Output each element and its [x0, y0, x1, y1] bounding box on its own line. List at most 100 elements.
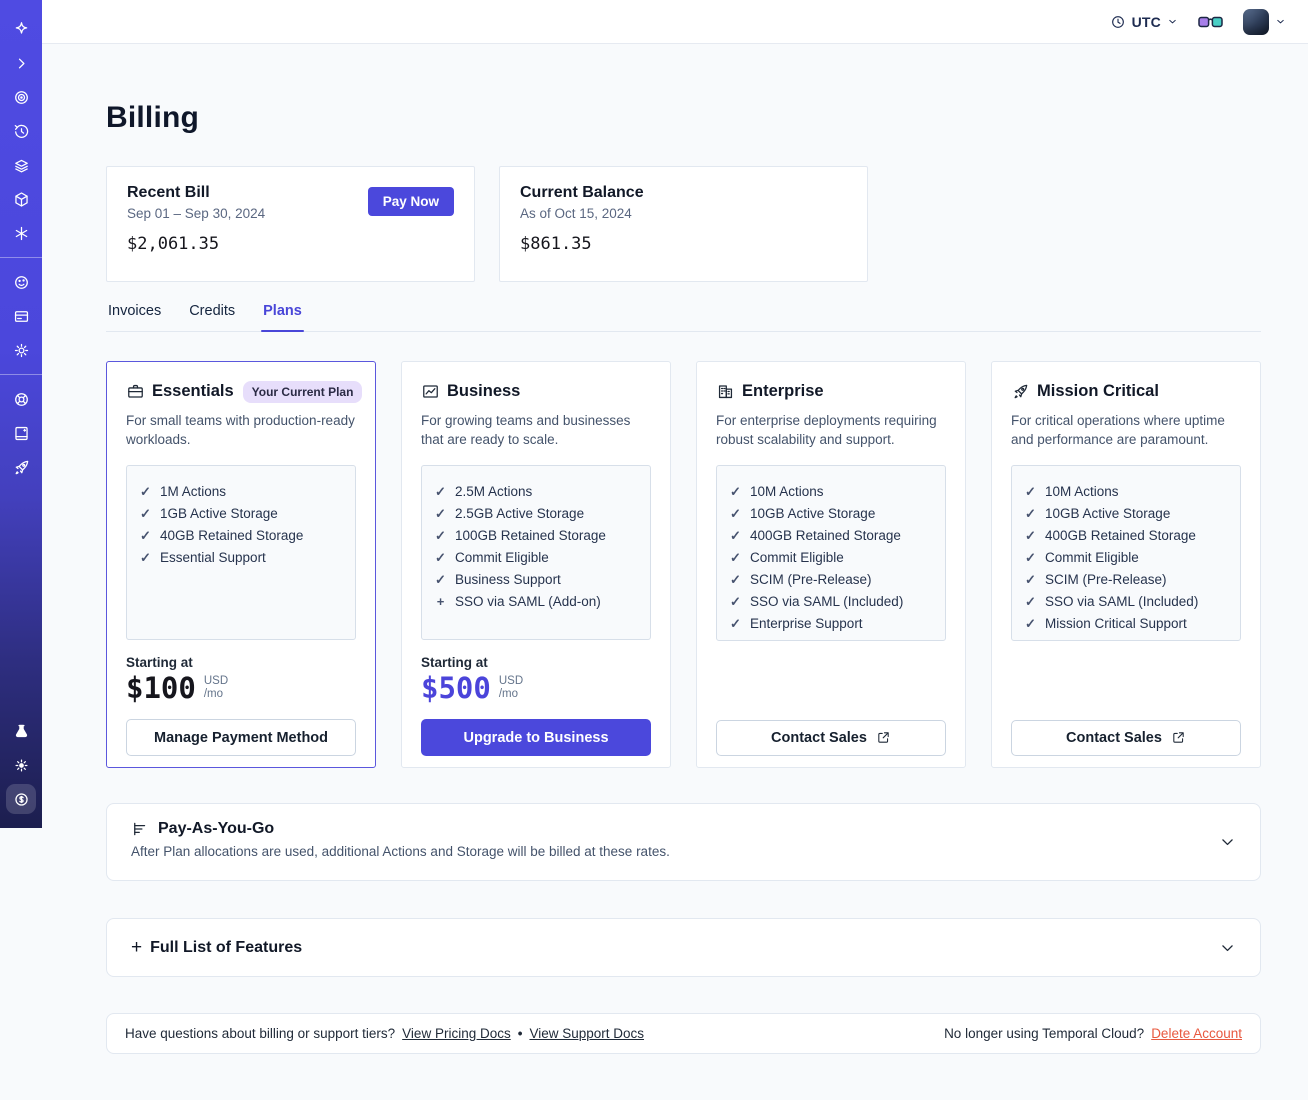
tab-plans[interactable]: Plans: [261, 303, 304, 332]
delete-account-link[interactable]: Delete Account: [1151, 1026, 1242, 1041]
paygo-accordion[interactable]: Pay-As-You-Go After Plan allocations are…: [106, 803, 1261, 881]
feature-label: Commit Eligible: [1045, 549, 1139, 565]
upgrade-business-button[interactable]: Upgrade to Business: [421, 719, 651, 756]
feature-label: Essential Support: [160, 550, 266, 566]
feature-label: 10M Actions: [1045, 483, 1119, 499]
feature-row: ✓ Mission Critical Support: [1024, 613, 1228, 635]
plus-icon: +: [436, 594, 445, 610]
feature-label: SCIM (Pre-Release): [750, 571, 872, 587]
price-block-empty: [716, 641, 946, 720]
layers-icon[interactable]: [0, 148, 42, 182]
user-menu[interactable]: [1243, 8, 1286, 35]
flask-icon[interactable]: [0, 714, 42, 748]
recent-bill-amount: $2,061.35: [127, 234, 220, 254]
gear-icon[interactable]: [0, 333, 42, 367]
external-link-icon: [878, 732, 889, 744]
plan-description: For enterprise deployments requiring rob…: [716, 412, 937, 447]
chevron-down-icon: [1169, 19, 1176, 24]
check-icon: ✓: [730, 505, 741, 521]
check-icon: ✓: [435, 506, 446, 522]
price-label: Starting at: [421, 654, 488, 670]
paygo-subtitle: After Plan allocations are used, additio…: [131, 844, 670, 859]
check-icon: ✓: [140, 506, 151, 522]
feature-row: ✓ Essential Support: [139, 547, 343, 569]
feature-row: ✓ Enterprise Support: [729, 613, 933, 635]
feature-label: 400GB Retained Storage: [750, 527, 901, 543]
chevron-down-icon[interactable]: [1219, 939, 1236, 956]
rocket-icon: [1014, 384, 1028, 399]
plus-icon: +: [131, 936, 143, 958]
plan-card-business: Business For growing teams and businesse…: [401, 361, 671, 768]
clock-icon: [1111, 15, 1124, 28]
smiley-icon[interactable]: [0, 265, 42, 299]
lifebuoy-icon[interactable]: [0, 382, 42, 416]
check-icon: ✓: [140, 550, 151, 566]
timezone-selector[interactable]: UTC: [1110, 14, 1178, 30]
feature-row: ✓ 40GB Retained Storage: [139, 525, 343, 547]
price-amount: $100: [126, 670, 196, 705]
docs-book-icon[interactable]: [0, 416, 42, 450]
billing-tabs: Invoices Credits Plans: [106, 303, 1261, 332]
manage-payment-button[interactable]: Manage Payment Method: [126, 719, 356, 756]
price-amount: $500: [421, 670, 491, 705]
plan-card-essentials: Essentials Your Current Plan For small t…: [106, 361, 376, 768]
view-pricing-docs-link[interactable]: View Pricing Docs: [402, 1026, 511, 1041]
feature-label: Business Support: [455, 572, 561, 588]
check-icon: ✓: [730, 615, 741, 631]
expand-sidebar-icon[interactable]: [0, 46, 42, 80]
feature-row: ✓ SSO via SAML (Included): [729, 591, 933, 613]
external-link-icon: [1173, 732, 1184, 744]
rocket-icon[interactable]: [0, 450, 42, 484]
asterisk-icon[interactable]: [0, 216, 42, 250]
price-label: Starting at: [126, 654, 193, 670]
billing-coin-icon[interactable]: [0, 782, 42, 816]
current-balance-title: Current Balance: [520, 184, 644, 201]
topbar: UTC: [42, 0, 1308, 44]
timer-icon[interactable]: [0, 114, 42, 148]
feature-label: 10GB Active Storage: [750, 505, 876, 521]
footer-bar: Have questions about billing or support …: [106, 1013, 1261, 1054]
plan-card-mission-critical: Mission Critical For critical operations…: [991, 361, 1261, 768]
current-balance-amount: $861.35: [520, 234, 592, 254]
chevron-down-icon[interactable]: [1219, 834, 1236, 851]
check-icon: ✓: [140, 484, 151, 500]
sun-icon[interactable]: [0, 748, 42, 782]
namespaces-spiral-icon[interactable]: [0, 80, 42, 114]
summary-cards: Recent Bill Sep 01 – Sep 30, 2024 $2,061…: [106, 166, 1261, 282]
check-icon: ✓: [1025, 615, 1036, 631]
tab-credits[interactable]: Credits: [187, 303, 237, 331]
avatar: [1243, 8, 1269, 35]
temporal-logo-icon[interactable]: [0, 12, 42, 46]
check-icon: ✓: [435, 572, 446, 588]
tab-invoices[interactable]: Invoices: [106, 303, 163, 331]
full-features-accordion[interactable]: + Full List of Features: [106, 918, 1261, 977]
check-icon: ✓: [140, 528, 151, 544]
recent-bill-card: Recent Bill Sep 01 – Sep 30, 2024 $2,061…: [106, 166, 475, 282]
sidebar-divider: [0, 374, 42, 375]
feature-list: ✓ 2.5M Actions ✓ 2.5GB Active Storage ✓ 100…: [421, 465, 651, 640]
feature-label: 10M Actions: [750, 483, 824, 499]
feature-row: ✓ Commit Eligible: [434, 547, 638, 569]
footer-right-question: No longer using Temporal Cloud?: [944, 1026, 1145, 1041]
feature-row: ✓ 10GB Active Storage: [1024, 503, 1228, 525]
view-support-docs-link[interactable]: View Support Docs: [529, 1026, 644, 1041]
feature-list: ✓ 10M Actions ✓ 10GB Active Storage ✓ 400GB…: [1011, 464, 1241, 641]
feature-label: SCIM (Pre-Release): [1045, 571, 1167, 587]
cube-icon[interactable]: [0, 182, 42, 216]
contact-sales-button[interactable]: Contact Sales: [1011, 719, 1241, 756]
plan-name: Business: [447, 382, 521, 401]
browser-card-icon[interactable]: [0, 299, 42, 333]
plan-card-enterprise: Enterprise For enterprise deployments re…: [696, 361, 966, 768]
contact-sales-button[interactable]: Contact Sales: [716, 719, 946, 756]
feature-label: 40GB Retained Storage: [160, 528, 304, 544]
feature-label: SSO via SAML (Included): [1045, 593, 1199, 609]
feature-label: Enterprise Support: [750, 615, 863, 631]
feature-label: 2.5GB Active Storage: [455, 506, 585, 522]
glasses-icon[interactable]: [1198, 15, 1223, 29]
feature-label: Commit Eligible: [750, 549, 844, 565]
cta-label: Contact Sales: [1066, 729, 1162, 746]
check-icon: ✓: [435, 528, 446, 544]
pay-now-button[interactable]: Pay Now: [367, 187, 454, 216]
bar-chart-icon: [134, 822, 146, 836]
briefcase-icon: [128, 385, 143, 399]
